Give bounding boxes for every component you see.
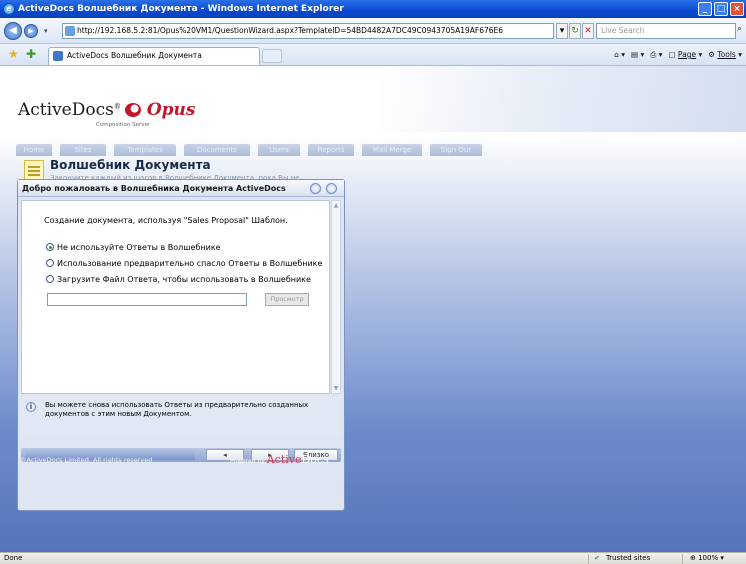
nav-reports[interactable]: Reports: [308, 144, 354, 156]
minimize-button[interactable]: _: [698, 2, 712, 16]
security-zone[interactable]: Trusted sites: [594, 553, 650, 564]
back-button[interactable]: ◀: [4, 22, 22, 40]
search-icon[interactable]: ⌕: [737, 24, 742, 34]
status-bar: Done Trusted sites ⊕ 100% ▾: [0, 552, 746, 564]
intro-text: Создание документа, используя "Sales Pro…: [44, 216, 288, 225]
nav-documents[interactable]: Documents: [184, 144, 250, 156]
logo-subtitle: Composition Server: [96, 122, 151, 128]
feeds-icon[interactable]: ▤ ▾: [631, 48, 644, 62]
dialog-scrollbar[interactable]: ▲ ▼: [331, 200, 341, 394]
page-content: ActiveDocs® Opus Composition Server Home …: [0, 66, 746, 552]
browser-tab[interactable]: ActiveDocs Волшебник Документа: [48, 47, 260, 65]
zoom-level[interactable]: ⊕ 100% ▾: [690, 553, 724, 564]
nav-dropdown-icon[interactable]: ▾: [44, 27, 48, 35]
dialog-body: Создание документа, используя "Sales Pro…: [21, 200, 330, 394]
tabs-bar: ★ ✚ ActiveDocs Волшебник Документа ⌂ ▾ ▤…: [0, 44, 746, 66]
address-dropdown-icon[interactable]: ▾: [556, 23, 568, 39]
status-divider: [588, 554, 589, 564]
main-nav: Home Sites Templates Documents Users Rep…: [0, 144, 746, 156]
option-no-answers[interactable]: Не используйте Ответы в Волшебнике: [46, 243, 221, 253]
window-titlebar: e ActiveDocs Волшебник Документа - Windo…: [0, 0, 746, 18]
tab-title: ActiveDocs Волшебник Документа: [67, 51, 202, 60]
powered-by[interactable]: Powered by ActiveDocs: [230, 453, 329, 466]
new-tab-button[interactable]: [262, 49, 282, 63]
dialog-title: Добро пожаловать в Волшебника Документа …: [22, 184, 286, 193]
maximize-button[interactable]: □: [714, 2, 728, 16]
refresh-icon[interactable]: ↻: [569, 23, 581, 39]
page-icon: [65, 26, 75, 36]
radio-icon[interactable]: [46, 259, 54, 267]
tab-page-icon: [53, 51, 63, 61]
forward-button[interactable]: ▶: [24, 24, 38, 38]
window-controls: _ □ ×: [698, 2, 744, 16]
nav-mail-merge[interactable]: Mail Merge: [362, 144, 422, 156]
status-text: Done: [4, 554, 23, 562]
nav-sign-out[interactable]: Sign Out: [430, 144, 482, 156]
app-logo[interactable]: ActiveDocs® Opus: [18, 100, 195, 120]
nav-users[interactable]: Users: [258, 144, 300, 156]
radio-selected-icon[interactable]: [46, 243, 54, 251]
search-input[interactable]: Live Search: [596, 23, 736, 39]
window-title: ActiveDocs Волшебник Документа - Windows…: [18, 4, 344, 14]
favorites-star-icon[interactable]: ★: [8, 47, 19, 61]
home-icon[interactable]: ⌂ ▾: [614, 48, 625, 62]
answer-file-input[interactable]: [47, 293, 247, 306]
stop-icon[interactable]: ✕: [582, 23, 594, 39]
status-divider: [682, 554, 683, 564]
tools-menu[interactable]: ⚙ Tools ▾: [708, 48, 742, 62]
copyright-text: ©ActiveDocs Limited. All rights reserved: [20, 456, 153, 464]
nav-home[interactable]: Home: [16, 144, 52, 156]
info-icon: i: [26, 402, 36, 412]
page-menu[interactable]: ▢ Page ▾: [668, 48, 702, 62]
collapse-icon[interactable]: [310, 183, 321, 194]
app-header: ActiveDocs® Opus Composition Server: [0, 66, 746, 132]
option-upload-answers[interactable]: Загрузите Файл Ответа, чтобы использоват…: [46, 275, 311, 285]
header-decoration: [380, 66, 746, 132]
browse-button[interactable]: Просмотр: [265, 293, 309, 306]
address-text: http://192.168.5.2:81/Opus%20VM1/Questio…: [77, 26, 504, 35]
opus-swirl-icon: [124, 103, 141, 117]
address-input[interactable]: http://192.168.5.2:81/Opus%20VM1/Questio…: [62, 23, 554, 39]
info-panel: i Вы можете снова использовать Ответы из…: [21, 397, 341, 437]
dialog-header: Добро пожаловать в Волшебника Документа …: [18, 180, 344, 197]
info-text: Вы можете снова использовать Ответы из п…: [45, 401, 309, 418]
command-bar: ⌂ ▾ ▤ ▾ ⎙ ▾ ▢ Page ▾ ⚙ Tools ▾: [614, 48, 742, 62]
scroll-down-icon[interactable]: ▼: [332, 384, 340, 393]
close-button[interactable]: ×: [730, 2, 744, 16]
page-title: Волшебник Документа: [50, 158, 211, 172]
print-icon[interactable]: ⎙ ▾: [650, 48, 662, 62]
nav-sites[interactable]: Sites: [60, 144, 106, 156]
ie-icon: e: [3, 3, 15, 15]
address-toolbar: ◀ ▶ ▾ http://192.168.5.2:81/Opus%20VM1/Q…: [0, 18, 746, 44]
nav-templates[interactable]: Templates: [114, 144, 176, 156]
radio-icon[interactable]: [46, 275, 54, 283]
help-icon[interactable]: [326, 183, 337, 194]
option-saved-answers[interactable]: Использование предварительно спасло Отве…: [46, 259, 322, 269]
add-favorite-icon[interactable]: ✚: [26, 47, 36, 61]
scroll-up-icon[interactable]: ▲: [332, 201, 340, 210]
